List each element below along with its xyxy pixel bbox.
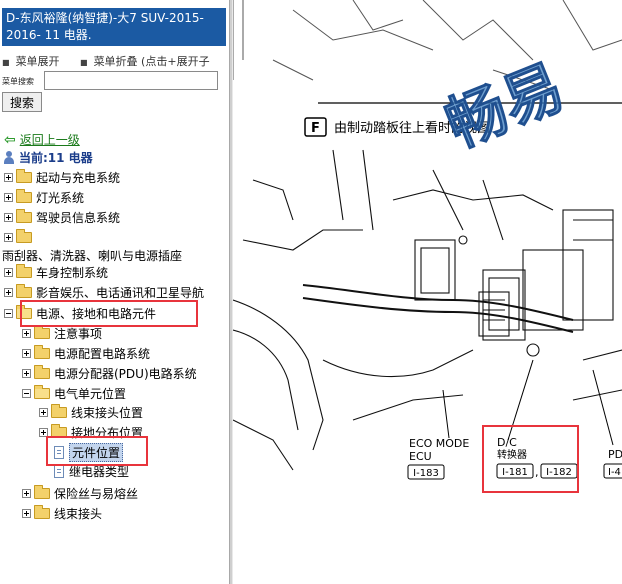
- folder-icon: [34, 364, 50, 379]
- folder-icon: [34, 484, 50, 499]
- tree-item-harness-connector-location[interactable]: 线束接头位置: [39, 403, 143, 421]
- tree-item-wiper-folder[interactable]: [4, 228, 36, 246]
- folder-icon: [34, 324, 50, 339]
- eco-connector-code: I-183: [413, 468, 439, 479]
- menu-expand-label: 菜单展开: [15, 55, 60, 68]
- back-link-row[interactable]: ⇦ 返回上一级: [4, 131, 80, 148]
- folder-icon: [34, 344, 50, 359]
- tree-item-lighting[interactable]: 灯光系统: [4, 188, 84, 206]
- component-location-diagram: F 由制动踏板往上看时的视图 畅易 ECO MODE ECU I-183 D/C…: [233, 0, 622, 493]
- highlight-box: [46, 436, 148, 466]
- folder-icon: [16, 283, 32, 298]
- wiring-diagram-pane: F 由制动踏板往上看时的视图 畅易 ECO MODE ECU I-183 D/C…: [233, 0, 622, 584]
- menu-expand-button[interactable]: ■ 菜单展开: [2, 53, 60, 69]
- tree-item-label: 保险丝与易熔丝: [54, 486, 139, 501]
- expand-icon[interactable]: [4, 212, 13, 222]
- navigation-pane: D-东风裕隆(纳智捷)-大7 SUV-2015-2016- 11 电器. ■ 菜单…: [0, 0, 229, 584]
- folder-icon: [51, 403, 67, 418]
- folder-icon: [16, 208, 32, 223]
- tree-item-fuses[interactable]: 保险丝与易熔丝: [22, 484, 138, 502]
- current-location-label: 当前:11 电器: [19, 151, 93, 165]
- expand-icon[interactable]: [4, 232, 13, 242]
- folder-icon: [16, 168, 32, 183]
- collapse-icon[interactable]: [22, 388, 31, 398]
- tree-item-label: 电气单元位置: [54, 386, 127, 401]
- search-label: 菜单搜索: [2, 77, 34, 86]
- expand-icon[interactable]: [4, 287, 13, 297]
- tree-item-audio-nav[interactable]: 影音娱乐、电话通讯和卫星导航: [4, 283, 204, 301]
- watermark-text: 畅易: [436, 52, 573, 162]
- folder-icon: [16, 228, 32, 243]
- highlight-box: [20, 300, 198, 327]
- tree-item-pdu[interactable]: 电源分配器(PDU)电路系统: [22, 364, 197, 382]
- document-icon: [54, 464, 64, 478]
- tree-item-starting-charging[interactable]: 起动与充电系统: [4, 168, 120, 186]
- dc-connector-code-2: I-182: [546, 467, 572, 478]
- expand-icon[interactable]: [22, 508, 31, 518]
- leader-lines: [442, 359, 614, 446]
- tree-item-label: 线束接头位置: [71, 405, 144, 420]
- menu-collapse-button[interactable]: ■ 菜单折叠 (点击+展开子: [80, 53, 210, 69]
- tree-item-electrical-unit-location[interactable]: 电气单元位置: [22, 384, 126, 402]
- tree-item-label: 注意事项: [54, 326, 103, 341]
- upper-structure-lines: [233, 0, 622, 91]
- dashboard-structure: [233, 149, 622, 471]
- folder-icon: [34, 504, 50, 519]
- search-input[interactable]: [44, 71, 218, 90]
- tree-item-harness-connector[interactable]: 线束接头: [22, 504, 102, 522]
- tree-item-label: 起动与充电系统: [36, 170, 121, 185]
- tree-item-label: 电源配置电路系统: [54, 346, 151, 361]
- search-button[interactable]: 搜索: [2, 92, 42, 112]
- tree-item-label: 线束接头: [54, 506, 103, 521]
- view-letter: F: [311, 121, 320, 136]
- expand-icon[interactable]: [4, 267, 13, 277]
- dc-label: D/C: [497, 436, 517, 449]
- expand-icon[interactable]: [22, 488, 31, 498]
- tree-item-body-control[interactable]: 车身控制系统: [4, 263, 108, 281]
- tree-item-label: 雨刮器、清洗器、喇叭与电源插座: [2, 248, 183, 263]
- dc-connector-separator: ,: [535, 466, 539, 479]
- expand-icon[interactable]: [22, 328, 31, 338]
- expand-icon[interactable]: [4, 192, 13, 202]
- tree-item-label: 驾驶员信息系统: [36, 210, 121, 225]
- eco-mode-label: ECO MODE: [409, 437, 469, 450]
- folder-icon: [16, 188, 32, 203]
- expand-icon[interactable]: [4, 172, 13, 182]
- tree-item-wiper-washer-horn[interactable]: 雨刮器、清洗器、喇叭与电源插座: [2, 246, 182, 264]
- menu-collapse-label: 菜单折叠 (点击+展开子: [93, 55, 210, 68]
- pdu-connector-code-partial: I-4: [608, 467, 621, 478]
- expand-icon[interactable]: [22, 368, 31, 378]
- tree-item-label: 影音娱乐、电话通讯和卫星导航: [36, 285, 205, 300]
- current-location: 当前:11 电器: [4, 149, 93, 166]
- back-arrow-icon: ⇦: [4, 131, 16, 148]
- tree-item-label: 灯光系统: [36, 190, 85, 205]
- folder-icon: [16, 263, 32, 278]
- collapse-icon[interactable]: [4, 308, 13, 318]
- square-icon: ■: [2, 58, 10, 67]
- back-link[interactable]: 返回上一级: [20, 131, 80, 148]
- dc-connector-code-1: I-181: [502, 467, 528, 478]
- square-icon: ■: [80, 58, 88, 67]
- dc-converter-label: 转换器: [497, 448, 527, 461]
- tree-item-power-config[interactable]: 电源配置电路系统: [22, 344, 150, 362]
- expand-icon[interactable]: [22, 348, 31, 358]
- pdu-label-partial: PD: [608, 448, 622, 461]
- expand-icon[interactable]: [39, 407, 48, 417]
- tree-item-label: 车身控制系统: [36, 265, 109, 280]
- eco-ecu-label: ECU: [409, 450, 432, 463]
- user-icon: [4, 151, 14, 164]
- tree-item-label: 电源分配器(PDU)电路系统: [54, 366, 197, 381]
- document-title: D-东风裕隆(纳智捷)-大7 SUV-2015-2016- 11 电器.: [2, 8, 226, 46]
- folder-open-icon: [34, 384, 50, 399]
- tree-item-driver-info[interactable]: 驾驶员信息系统: [4, 208, 120, 226]
